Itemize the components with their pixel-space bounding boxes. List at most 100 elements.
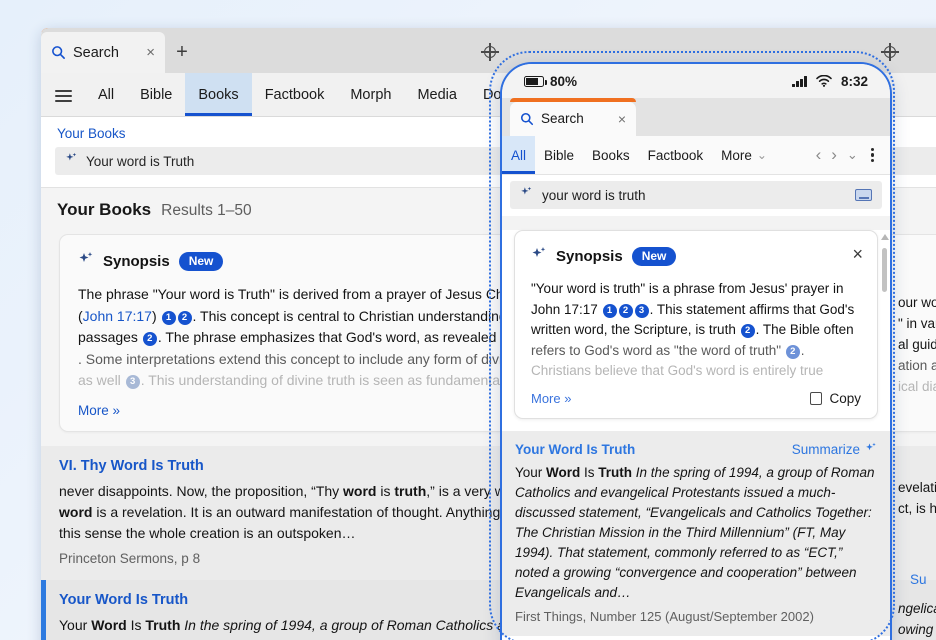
more-options-icon[interactable]: [864, 147, 881, 163]
summarize-button[interactable]: Summarize: [792, 442, 877, 457]
phone-scrollbar[interactable]: [881, 234, 889, 440]
sparkle-icon: [78, 251, 94, 271]
phone-result-item-1[interactable]: Your Word Is Truth Summarize Your Word I…: [502, 430, 890, 636]
phone-nav-tab-more[interactable]: More ⌄: [712, 136, 776, 174]
tab-title: Search: [73, 44, 119, 61]
phone-nav-tab-bible[interactable]: Bible: [535, 136, 583, 174]
forward-icon[interactable]: ›: [827, 145, 841, 165]
nav-tab-books[interactable]: Books: [185, 73, 253, 116]
phone-synopsis-header: Synopsis New: [531, 246, 861, 266]
phone-nav-bar: All Bible Books Factbook More ⌄ ‹ › ⌄: [502, 136, 890, 175]
phone-result-item-2[interactable]: The Word of God Is the Truth: [502, 635, 890, 640]
citation-2[interactable]: 2: [618, 303, 633, 318]
signal-bars-icon: [792, 75, 807, 87]
copy-icon: [807, 389, 823, 405]
phone-synopsis-card: × Synopsis New "Your word is truth" is a…: [514, 230, 878, 419]
keyboard-icon[interactable]: [855, 189, 872, 201]
clipped-line-7: ct, is hi: [898, 501, 936, 516]
phone-synopsis-title: Synopsis: [556, 247, 623, 265]
phone-tab-search[interactable]: Search ×: [510, 101, 636, 136]
phone-nav-tab-books[interactable]: Books: [583, 136, 639, 174]
clipped-line-1: our word: [898, 295, 936, 310]
chevron-down-icon[interactable]: ⌄: [843, 147, 862, 163]
new-tab-button[interactable]: +: [165, 32, 199, 73]
sparkle-icon: [865, 442, 877, 457]
snippet-text-c: ,” is a very w: [426, 482, 505, 499]
snippet-bold-truth: Truth: [598, 464, 633, 480]
snippet-italic: In the spring of 1994, a group of Roman …: [180, 616, 521, 633]
nav-tab-media[interactable]: Media: [404, 73, 470, 116]
phone-synopsis-body: "Your word is truth" is a phrase from Je…: [531, 279, 861, 382]
battery-icon: [524, 75, 547, 87]
menu-icon[interactable]: [41, 73, 85, 116]
snippet-bold-truth: Truth: [145, 616, 181, 633]
desktop-clipped-summarize[interactable]: Su: [910, 572, 936, 587]
scroll-up-arrow-icon[interactable]: [881, 234, 889, 240]
citation-2b[interactable]: 2: [142, 332, 157, 346]
nav-tab-all[interactable]: All: [85, 73, 127, 116]
citation-2[interactable]: 2: [177, 310, 192, 325]
phone-mockup: 80% 8:32 Search × All Bible Books Factbo…: [500, 62, 892, 640]
synopsis-line-3a: passages: [78, 329, 138, 345]
phone-synopsis-more-link[interactable]: More »: [531, 391, 571, 406]
citation-3[interactable]: 3: [634, 303, 649, 318]
nav-tab-bible[interactable]: Bible: [127, 73, 185, 116]
ph-syn-line-2a: John 17:17: [531, 301, 598, 317]
phone-nav-tab-factbook[interactable]: Factbook: [639, 136, 713, 174]
tab-search[interactable]: Search ×: [41, 32, 165, 73]
citation-1[interactable]: 1: [161, 310, 176, 325]
search-icon: [520, 112, 534, 125]
phone-synopsis-footer: More » Copy: [531, 389, 861, 406]
selection-handle-top-left[interactable]: [481, 43, 499, 61]
back-icon[interactable]: ‹: [812, 145, 826, 165]
synopsis-line-2: . This concept is central to Christian u…: [192, 307, 519, 324]
snippet-text-a: Your: [59, 616, 92, 633]
snippet-italic: In the spring of 1994, a group of Roman …: [515, 464, 875, 600]
copy-button[interactable]: Copy: [807, 389, 861, 406]
ph-syn-line-3a: written word, the Scripture, is truth: [531, 322, 736, 337]
snippet-bold-word: Word: [91, 616, 127, 633]
new-badge: New: [631, 246, 677, 266]
synopsis-line-1: The phrase "Your word is Truth" is deriv…: [78, 286, 519, 302]
sparkle-icon: [531, 246, 547, 266]
phone-result-head: Your Word Is Truth Summarize: [515, 442, 877, 457]
phone-nav-tab-all[interactable]: All: [502, 136, 536, 174]
phone-tab-strip: Search ×: [502, 98, 890, 136]
citation-2b[interactable]: 2: [740, 324, 755, 338]
phone-result-title[interactable]: Your Word Is Truth: [515, 442, 635, 457]
phone-result-snippet: Your Word Is Truth In the spring of 1994…: [515, 463, 877, 603]
citation-1[interactable]: 1: [602, 303, 617, 318]
clipped-line-9: ngelical: [898, 601, 936, 616]
battery-percent: 80%: [550, 73, 578, 89]
close-icon[interactable]: ×: [618, 111, 626, 127]
citation-2c[interactable]: 2: [785, 344, 800, 359]
sparkle-icon: [65, 152, 78, 170]
copy-label: Copy: [829, 390, 861, 406]
phone-tab-accent-stripe: [510, 98, 636, 102]
snippet-bold-word2: word: [59, 503, 93, 520]
snippet-text-a: never disappoints. Now, the proposition,…: [59, 482, 344, 499]
snippet-text-b: Is: [580, 464, 599, 480]
clipped-line-3: al guida: [898, 337, 936, 352]
clipped-line-5: ical dial: [898, 379, 936, 394]
clipped-line-10: owing “: [898, 622, 936, 637]
summarize-label: Summarize: [791, 441, 860, 457]
close-icon[interactable]: ×: [852, 245, 863, 263]
selection-handle-top-right[interactable]: [881, 43, 899, 61]
scrollbar-thumb[interactable]: [882, 248, 887, 292]
citation-3[interactable]: 3: [125, 375, 140, 389]
nav-tab-morph[interactable]: Morph: [337, 73, 404, 116]
nav-tab-factbook[interactable]: Factbook: [252, 73, 338, 116]
snippet-text-e: this sense the whole creation is an outs…: [59, 524, 356, 541]
ph-syn-line-4a: refers to God's word as "the word of tru…: [531, 342, 782, 358]
ph-syn-line-5: Christians believe that God's word is en…: [531, 363, 824, 378]
clipped-line-6: evelatio: [898, 480, 936, 495]
phone-content: × Synopsis New "Your word is truth" is a…: [502, 230, 890, 640]
ph-syn-line-3b: . The Bible often: [755, 322, 854, 337]
close-icon[interactable]: ×: [146, 45, 155, 60]
wifi-icon: [816, 75, 832, 87]
phone-search-input[interactable]: your word is truth: [510, 181, 882, 209]
phone-result-source: First Things, Number 125 (August/Septemb…: [515, 608, 814, 624]
scripture-link-john[interactable]: John 17:17: [83, 308, 152, 324]
snippet-text-b: is: [376, 482, 395, 499]
